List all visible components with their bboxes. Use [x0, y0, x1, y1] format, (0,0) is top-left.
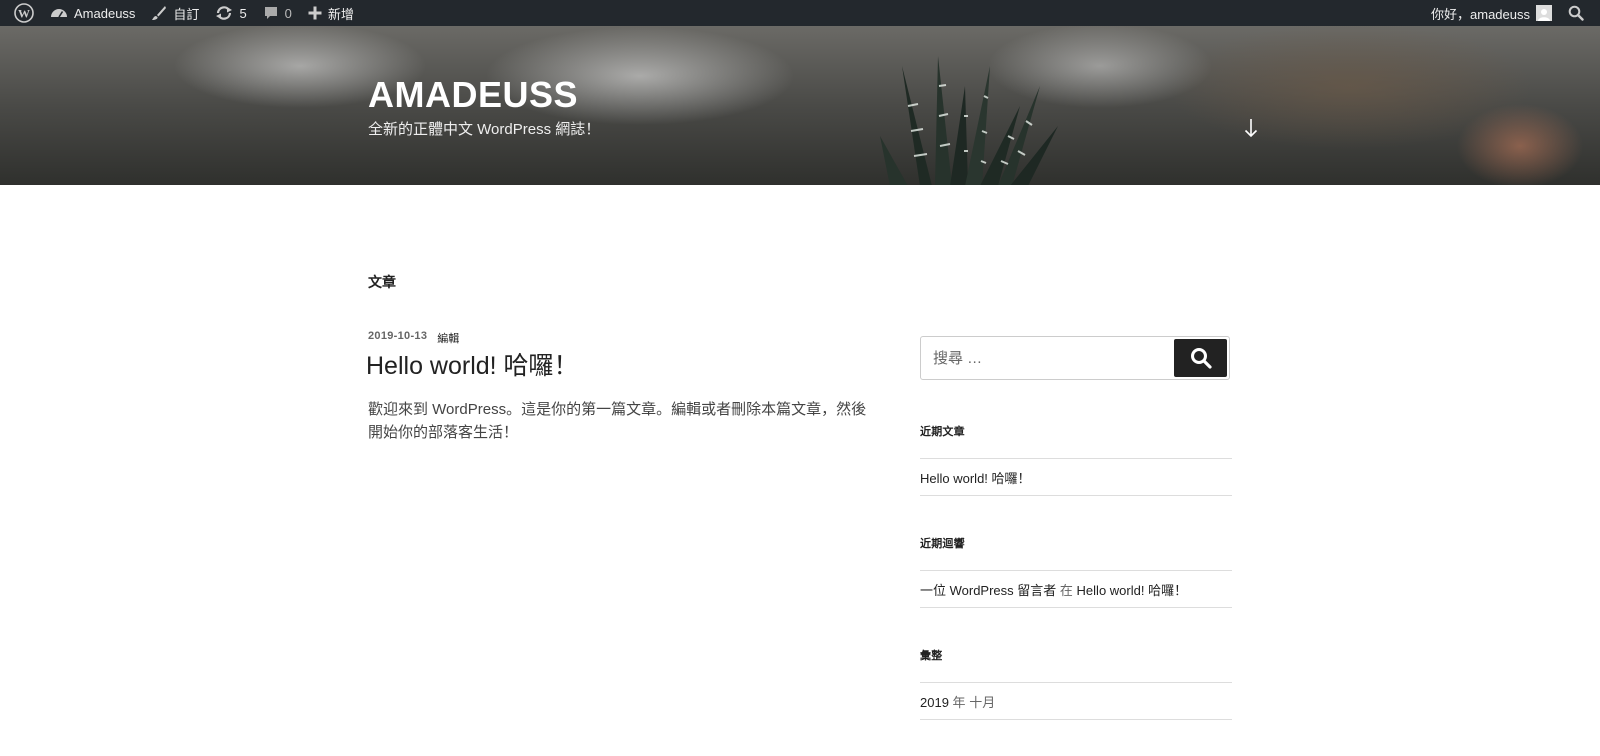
customize-link[interactable]: 自訂: [143, 0, 207, 26]
avatar: [1536, 5, 1552, 21]
updates-icon: [216, 6, 233, 20]
recent-comment-item: 一位 WordPress 留言者 在 Hello world! 哈囉！: [920, 571, 1232, 607]
recent-post-link[interactable]: Hello world! 哈囉！: [920, 459, 1232, 495]
new-content-label: 新增: [327, 6, 354, 22]
admin-bar-search[interactable]: [1560, 0, 1592, 26]
comment-author-link[interactable]: 一位 WordPress 留言者: [920, 583, 1056, 598]
wordpress-logo-icon: W: [14, 3, 34, 23]
wordpress-logo-menu[interactable]: W: [6, 0, 42, 26]
archive-year: 2019: [920, 695, 949, 710]
plus-icon: [308, 6, 322, 20]
recent-posts-title: 近期文章: [920, 426, 965, 438]
recent-comments-title: 近期迴響: [920, 538, 965, 550]
search-icon: [1568, 5, 1584, 21]
archives-list: 2019 年 十月: [920, 682, 1232, 720]
post-content: 歡迎來到 WordPress。這是你的第一篇文章。編輯或者刪除本篇文章，然後開始…: [368, 401, 867, 441]
recent-comments-list: 一位 WordPress 留言者 在 Hello world! 哈囉！: [920, 570, 1232, 608]
search-input[interactable]: [921, 337, 1171, 379]
header-plant-image: [880, 56, 1058, 185]
my-account-menu[interactable]: 你好，amadeuss: [1423, 0, 1560, 26]
comment-icon: [264, 7, 277, 19]
admin-bar-right: 你好，amadeuss: [1423, 0, 1592, 26]
paintbrush-icon: [152, 6, 167, 20]
archive-year-suffix: 年: [952, 695, 966, 710]
admin-bar-left: W Amadeuss 自訂 5 0 新增: [6, 0, 362, 26]
site-name-label: Amadeuss: [74, 5, 136, 21]
comment-post-link[interactable]: Hello world! 哈囉！: [1077, 583, 1188, 598]
updates-count: 5: [239, 5, 247, 21]
search-button[interactable]: [1174, 339, 1227, 377]
post-date[interactable]: 2019-10-13: [368, 330, 427, 346]
updates-link[interactable]: 5: [207, 0, 254, 26]
search-icon: [1190, 348, 1212, 369]
comments-link[interactable]: 0: [255, 0, 300, 26]
edit-post-link[interactable]: 編輯: [437, 330, 459, 346]
user-silhouette-icon: [1538, 9, 1550, 21]
comment-connector: 在: [1059, 583, 1073, 598]
archive-link[interactable]: 2019 年 十月: [920, 683, 1232, 719]
dashboard-icon: [51, 9, 67, 18]
admin-bar: W Amadeuss 自訂 5 0 新增 你好，amadeuss: [0, 0, 1600, 26]
site-header: AMADEUSS 全新的正體中文 WordPress 網誌！: [0, 26, 1600, 185]
site-title[interactable]: AMADEUSS: [368, 74, 578, 116]
archive-month: 十月: [969, 695, 996, 710]
customize-label: 自訂: [173, 6, 200, 22]
site-description: 全新的正體中文 WordPress 網誌！: [368, 121, 601, 138]
comments-count: 0: [284, 5, 292, 21]
site-name-menu[interactable]: Amadeuss: [42, 0, 143, 26]
arrow-down-icon[interactable]: [1244, 118, 1258, 138]
recent-posts-list: Hello world! 哈囉！: [920, 458, 1232, 496]
archives-title: 彙整: [920, 650, 943, 662]
new-content-menu[interactable]: 新增: [300, 0, 362, 26]
post-meta: 2019-10-13 編輯: [368, 330, 459, 346]
svg-text:W: W: [18, 7, 30, 21]
page-title: 文章: [368, 274, 396, 290]
search-form: [920, 336, 1230, 380]
greeting-label: 你好，amadeuss: [1431, 6, 1530, 22]
post-title[interactable]: Hello world! 哈囉！: [366, 346, 579, 382]
